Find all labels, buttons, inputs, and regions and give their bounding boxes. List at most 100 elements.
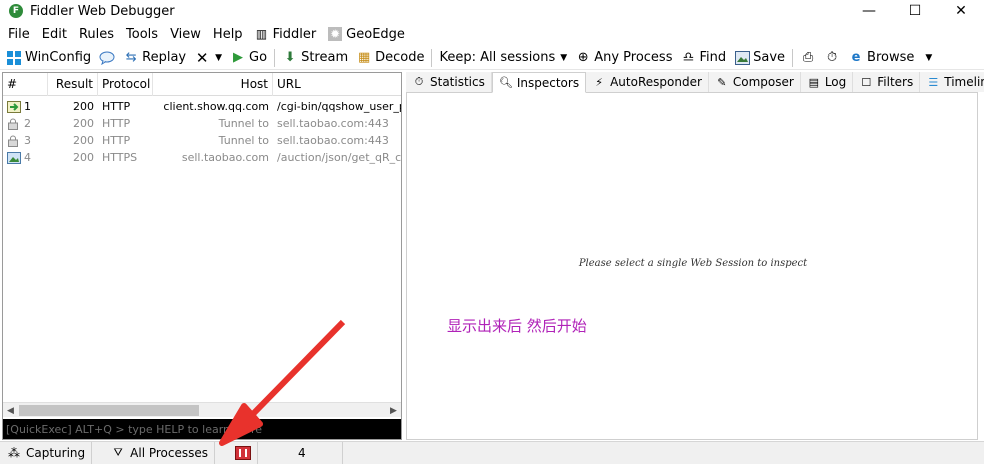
scrollbar-thumb[interactable] [19,405,199,416]
maximize-button[interactable]: ☐ [892,0,938,22]
go-button[interactable]: ▶ Go [226,47,271,69]
go-label: Go [249,50,268,65]
menu-view[interactable]: View [164,27,207,42]
column-header-host[interactable]: Host [153,72,273,96]
stream-down-arrow-icon: ⬇ [284,50,296,65]
tab-timeline-label: Timeline [944,75,984,89]
remove-sessions-button[interactable]: ✕ ▼ [190,47,226,69]
process-filter[interactable]: ⛛ All Processes [92,441,216,464]
tab-filters-label: Filters [877,75,914,89]
session-row[interactable]: 3 200 HTTP Tunnel to sell.taobao.com:443 [3,132,401,149]
winconfig-label: WinConfig [25,50,92,65]
close-button[interactable]: ✕ [938,0,984,22]
browse-dropdown-caret-icon: ▼ [925,52,933,63]
stream-button[interactable]: ⬇ Stream [278,47,352,69]
menu-file[interactable]: File [2,27,36,42]
menu-rules[interactable]: Rules [73,27,120,42]
scroll-right-arrow-icon[interactable]: ▶ [386,403,401,418]
inspector-content: Please select a single Web Session to in… [406,93,978,440]
toolbar-divider [431,48,433,67]
keep-dropdown-caret-icon: ▼ [560,52,568,63]
tab-inspectors[interactable]: 🔍︎ Inspectors [491,72,587,93]
timeline-bars-icon: ☰ [928,75,939,89]
session-protocol: HTTP [102,134,131,147]
tab-statistics[interactable]: ⏱ Statistics [406,72,492,92]
replay-button[interactable]: ⇆ Replay [119,47,190,69]
browse-button[interactable]: e Browse ▼ [844,47,936,69]
session-row[interactable]: 2 200 HTTP Tunnel to sell.taobao.com:443 [3,115,401,132]
session-url: sell.taobao.com:443 [277,134,389,147]
binoculars-icon: ♎ [682,50,695,65]
menu-geoedge[interactable]: ✹ GeoEdge [322,27,411,42]
quickexec-input[interactable]: [QuickExec] ALT+Q > type HELP to learn m… [3,419,401,439]
process-filter-label: All Processes [130,446,209,460]
menu-tools[interactable]: Tools [120,27,164,42]
menu-edit[interactable]: Edit [36,27,73,42]
column-header-result[interactable]: Result [48,72,98,96]
column-header-url[interactable]: URL [273,73,401,96]
checkbox-icon: ☐ [861,75,872,89]
winconfig-button[interactable]: WinConfig [2,47,95,69]
document-icon: ▤ [808,75,820,89]
any-process-button[interactable]: ⊕ Any Process [571,47,676,69]
timer-button[interactable]: ⏱ [820,47,844,69]
tab-composer[interactable]: ✎ Composer [708,72,801,92]
tab-timeline[interactable]: ☰ Timeline [920,72,984,92]
sessions-horizontal-scrollbar[interactable]: ◀ ▶ [3,402,401,417]
save-button[interactable]: Save [730,47,789,69]
keep-sessions-dropdown[interactable]: Keep: All sessions ▼ [435,47,571,69]
capture-grid-icon: ⁂ [8,446,20,460]
filter-funnel-icon: ⛛ [113,446,123,459]
find-button[interactable]: ♎ Find [676,47,730,69]
any-process-label: Any Process [594,50,673,65]
menu-geoedge-label: GeoEdge [346,26,405,42]
sessions-panel: # Result Protocol Host URL 1 200 HTTP cl… [2,72,402,440]
toolbar-divider [792,48,794,67]
session-result: 200 [73,117,94,130]
session-row[interactable]: 1 200 HTTP client.show.qq.com /cgi-bin/q… [3,98,401,115]
session-protocol: HTTP [102,117,131,130]
tab-autoresponder-label: AutoResponder [610,75,702,89]
capturing-toggle[interactable]: ⁂ Capturing [0,441,93,464]
fiddler-app-icon: F [9,4,23,18]
lightning-icon: ⚡︎ [595,75,603,89]
comment-button[interactable] [95,47,119,69]
inspector-panel: ⏱ Statistics 🔍︎ Inspectors ⚡︎ AutoRespon… [406,72,984,440]
decode-label: Decode [375,50,425,65]
tab-log[interactable]: ▤ Log [800,72,854,92]
capturing-label: Capturing [26,446,86,460]
menu-fiddler-label: Fiddler [272,26,317,42]
decode-button[interactable]: ▦ Decode [352,47,428,69]
inspect-placeholder-text: Please select a single Web Session to in… [578,258,808,269]
column-header-protocol[interactable]: Protocol [98,72,153,96]
lock-icon [7,118,21,130]
scroll-left-arrow-icon[interactable]: ◀ [3,403,18,418]
play-triangle-icon: ▶ [233,50,244,65]
decode-grid-icon: ▦ [357,50,371,65]
session-protocol: HTTP [102,100,131,113]
session-result: 200 [73,151,94,164]
ie-browser-icon: e [851,50,861,65]
fiddler-book-icon: ▥ [255,27,268,41]
session-result: 200 [73,100,94,113]
lock-icon [7,135,21,147]
image-response-icon [7,151,21,164]
session-result: 200 [73,134,94,147]
screenshot-button[interactable]: ⎙ [796,47,820,69]
session-row[interactable]: 4 200 HTTPS sell.taobao.com /auction/jso… [3,149,401,166]
x-remove-icon: ✕ [195,48,209,67]
menu-fiddler[interactable]: ▥ Fiddler [249,27,323,42]
inspector-tabs: ⏱ Statistics 🔍︎ Inspectors ⚡︎ AutoRespon… [406,72,984,93]
breakpoint-icon [235,445,252,461]
tab-autoresponder[interactable]: ⚡︎ AutoResponder [586,72,709,92]
status-bar: ⁂ Capturing ⛛ All Processes 4 [0,441,984,464]
breakpoint-indicator[interactable] [215,441,259,464]
save-image-icon [734,50,750,66]
tab-filters[interactable]: ☐ Filters [853,72,921,92]
tab-inspectors-label: Inspectors [516,75,580,90]
menu-help[interactable]: Help [207,27,249,42]
tab-statistics-label: Statistics [430,75,485,89]
session-number: 2 [24,117,31,130]
column-header-number[interactable]: # [3,72,48,96]
minimize-button[interactable]: — [846,0,892,22]
